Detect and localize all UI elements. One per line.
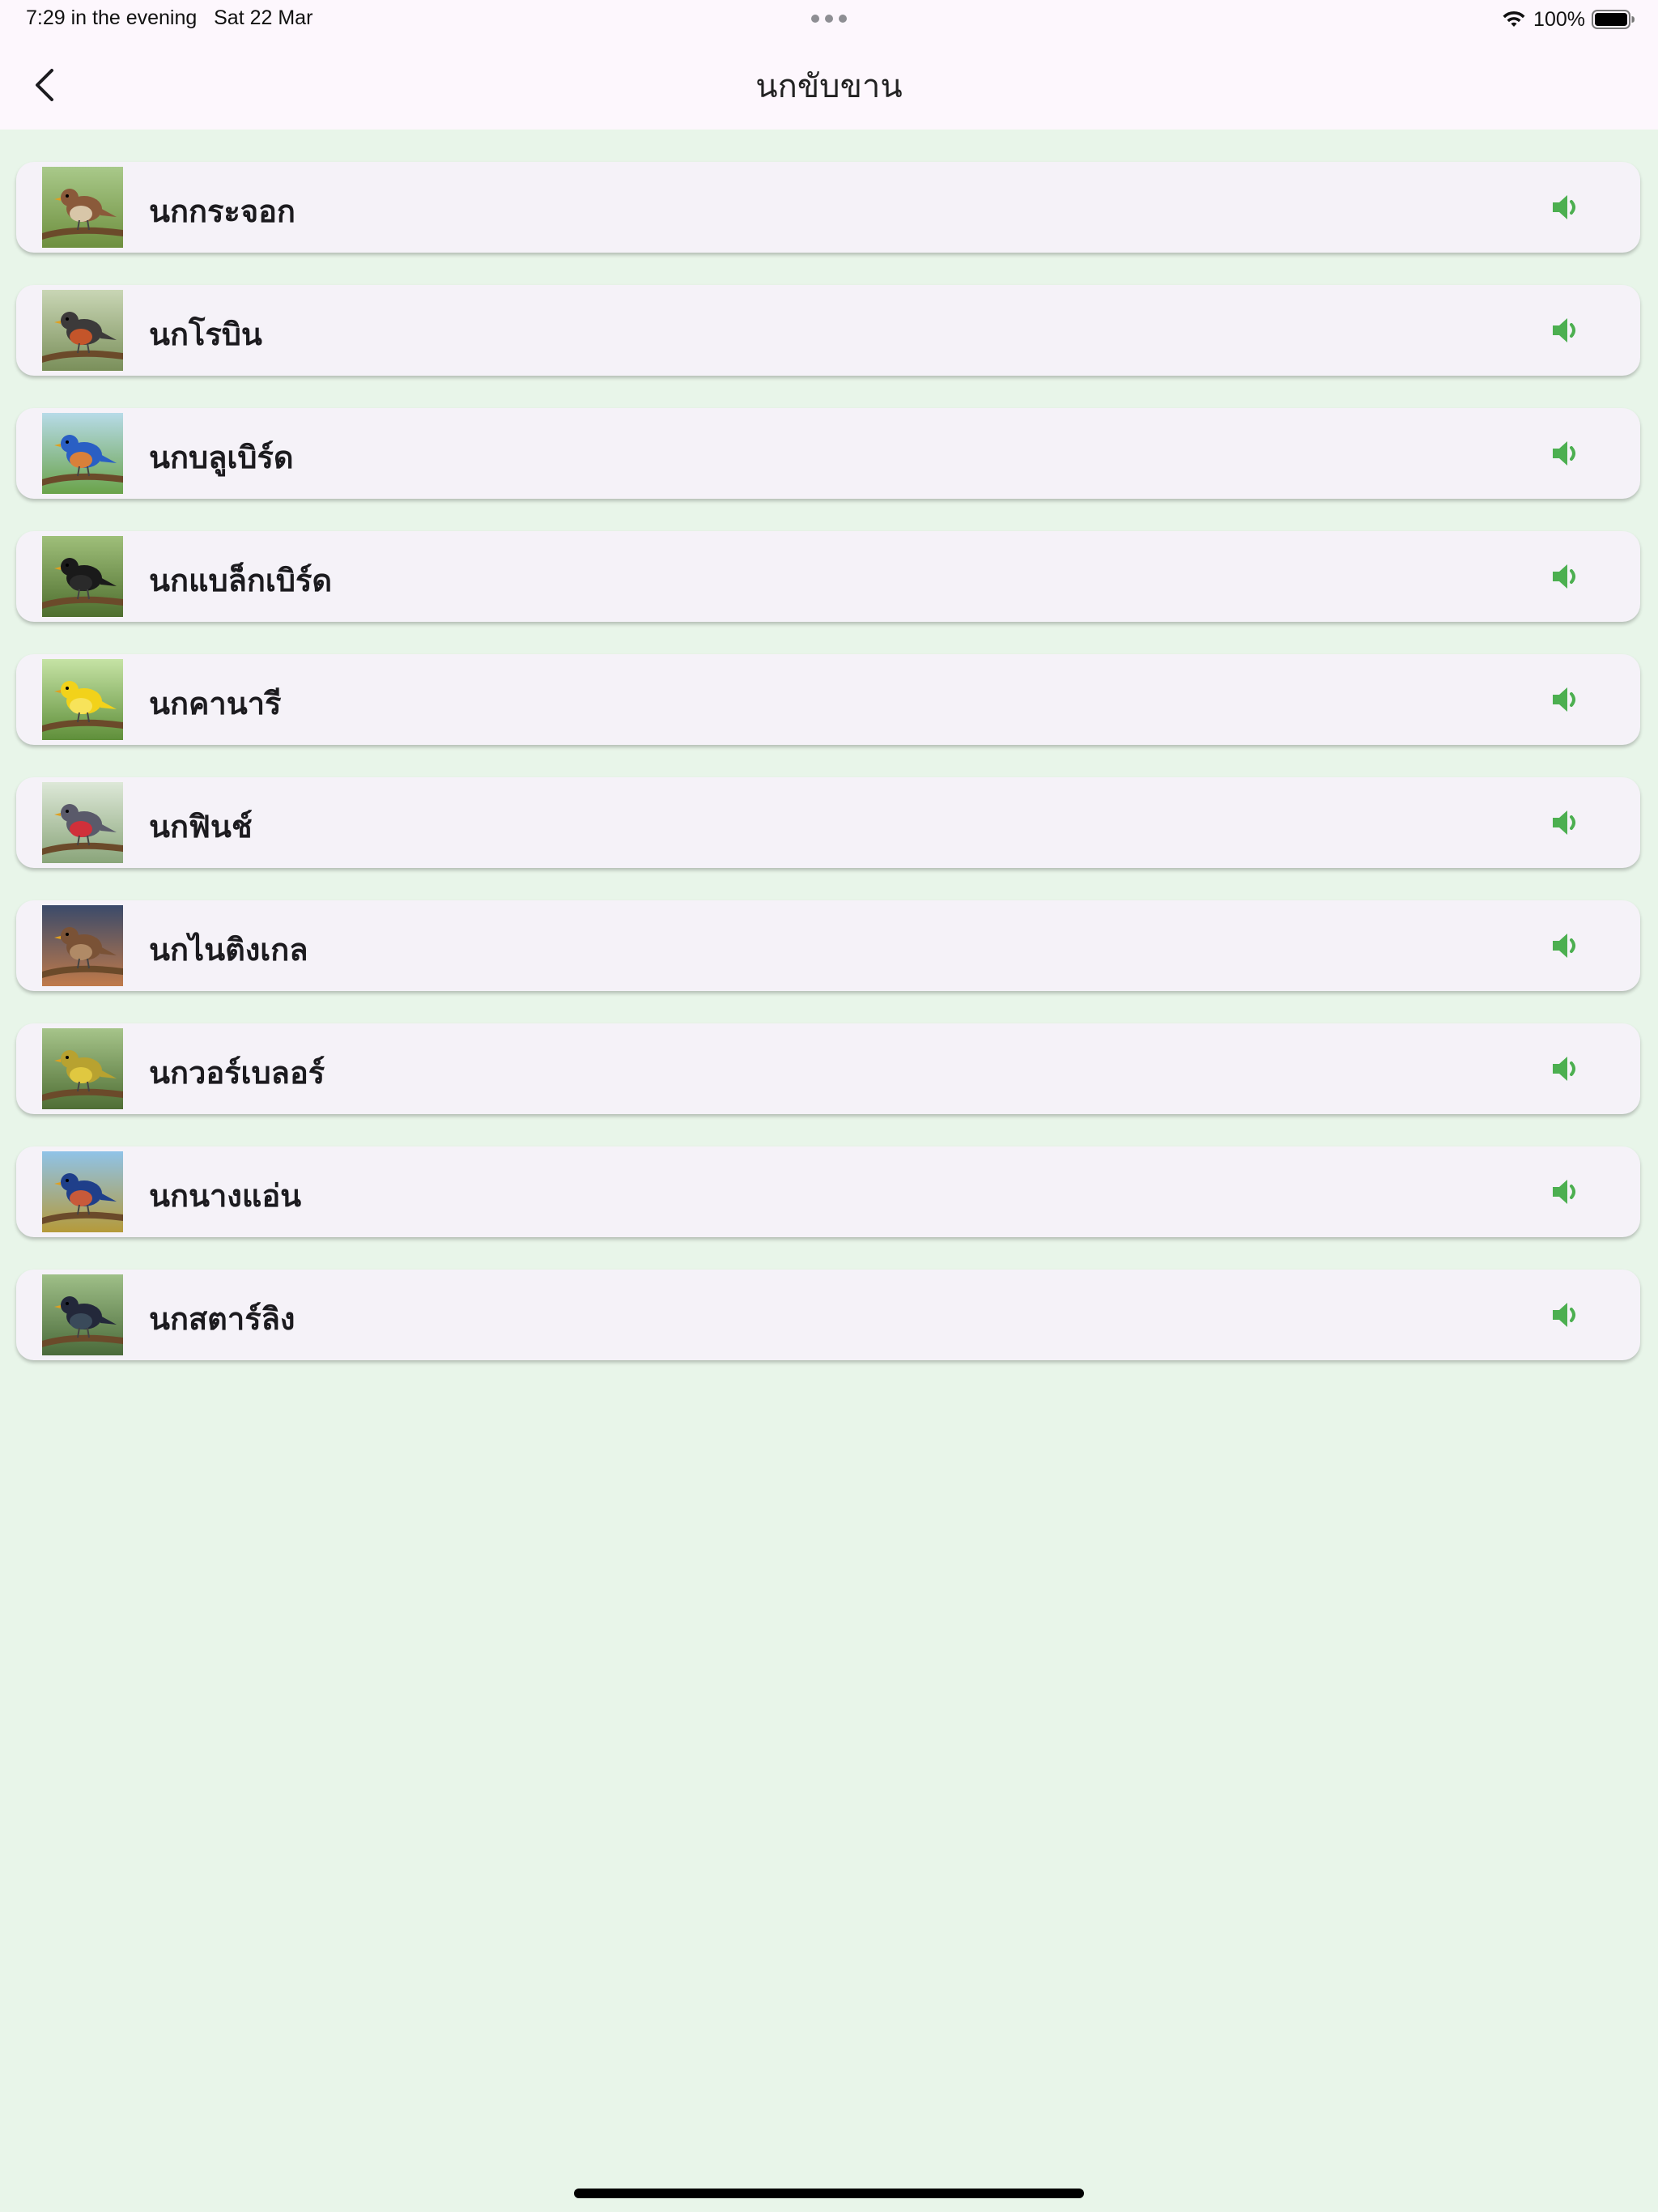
list-item[interactable]: นกฟินช์ <box>16 777 1640 868</box>
play-sound-button[interactable] <box>1545 802 1587 844</box>
play-sound-button[interactable] <box>1545 432 1587 474</box>
list-item[interactable]: นกคานารี <box>16 654 1640 745</box>
play-sound-button[interactable] <box>1545 1294 1587 1336</box>
play-sound-button[interactable] <box>1545 678 1587 721</box>
list-item[interactable]: นกสตาร์ลิง <box>16 1270 1640 1360</box>
list-item[interactable]: นกนางแอ่น <box>16 1146 1640 1237</box>
list-item[interactable]: นกบลูเบิร์ด <box>16 408 1640 499</box>
speaker-icon <box>1553 318 1575 342</box>
nightingale-image <box>42 905 123 986</box>
wifi-icon <box>1503 11 1525 27</box>
bird-name: นกบลูเบิร์ด <box>149 440 294 475</box>
home-indicator[interactable] <box>574 2189 1084 2198</box>
speaker-icon <box>1553 1303 1575 1327</box>
bird-thumbnail <box>42 659 123 740</box>
speaker-icon <box>1553 687 1575 712</box>
bird-thumbnail <box>42 413 123 494</box>
list-item[interactable]: นกแบล็กเบิร์ด <box>16 531 1640 622</box>
list-item[interactable]: นกโรบิน <box>16 285 1640 376</box>
canary-image <box>42 659 123 740</box>
speaker-icon <box>1553 441 1575 466</box>
list-item[interactable]: นกกระจอก <box>16 162 1640 253</box>
status-time: 7:29 in the evening Sat 22 Mar <box>26 6 312 30</box>
play-sound-button[interactable] <box>1545 1048 1587 1090</box>
status-indicators: 100% <box>1501 5 1635 34</box>
page-title: นกขับขาน <box>755 68 903 105</box>
sparrow-image <box>42 167 123 248</box>
battery-icon <box>1592 10 1635 29</box>
swallow-image <box>42 1151 123 1232</box>
play-sound-button[interactable] <box>1545 925 1587 967</box>
finch-image <box>42 782 123 863</box>
speaker-icon <box>1553 195 1575 219</box>
bird-name: นกไนติงเกล <box>149 932 308 968</box>
speaker-icon <box>1553 934 1575 958</box>
bird-thumbnail <box>42 782 123 863</box>
bird-name: นกฟินช์ <box>149 809 253 844</box>
blackbird-image <box>42 536 123 617</box>
speaker-icon <box>1553 564 1575 589</box>
battery-percent: 100% <box>1533 7 1585 31</box>
header-bar: 7:29 in the evening Sat 22 Mar 100% นกขั… <box>0 0 1658 130</box>
bird-name: นกนางแอ่น <box>149 1178 302 1214</box>
play-sound-button[interactable] <box>1545 186 1587 228</box>
bird-thumbnail <box>42 1151 123 1232</box>
list-item[interactable]: นกไนติงเกล <box>16 900 1640 991</box>
bird-name: นกกระจอก <box>149 194 295 229</box>
status-time-label: 7:29 in the evening <box>26 6 198 29</box>
play-sound-button[interactable] <box>1545 1171 1587 1213</box>
bird-thumbnail <box>42 167 123 248</box>
robin-image <box>42 290 123 371</box>
bird-name: นกแบล็กเบิร์ด <box>149 563 333 598</box>
bird-thumbnail <box>42 290 123 371</box>
speaker-icon <box>1553 810 1575 835</box>
play-sound-button[interactable] <box>1545 309 1587 351</box>
warbler-image <box>42 1028 123 1109</box>
speaker-icon <box>1553 1180 1575 1204</box>
bird-name: นกคานารี <box>149 686 282 721</box>
starling-image <box>42 1274 123 1355</box>
bird-name: นกวอร์เบลอร์ <box>149 1055 325 1091</box>
bird-thumbnail <box>42 905 123 986</box>
multitasking-dots-icon[interactable] <box>811 15 847 23</box>
bird-list: นกกระจอกนกโรบินนกบลูเบิร์ดนกแบล็กเบิร์ดน… <box>16 162 1640 1393</box>
bird-name: นกโรบิน <box>149 317 262 352</box>
list-item[interactable]: นกวอร์เบลอร์ <box>16 1023 1640 1114</box>
status-bar: 7:29 in the evening Sat 22 Mar 100% <box>0 0 1658 39</box>
bird-thumbnail <box>42 536 123 617</box>
bird-name: นกสตาร์ลิง <box>149 1301 295 1337</box>
speaker-icon <box>1553 1057 1575 1081</box>
bluebird-image <box>42 413 123 494</box>
bird-thumbnail <box>42 1028 123 1109</box>
play-sound-button[interactable] <box>1545 555 1587 598</box>
status-date-label: Sat 22 Mar <box>214 6 313 29</box>
bird-thumbnail <box>42 1274 123 1355</box>
